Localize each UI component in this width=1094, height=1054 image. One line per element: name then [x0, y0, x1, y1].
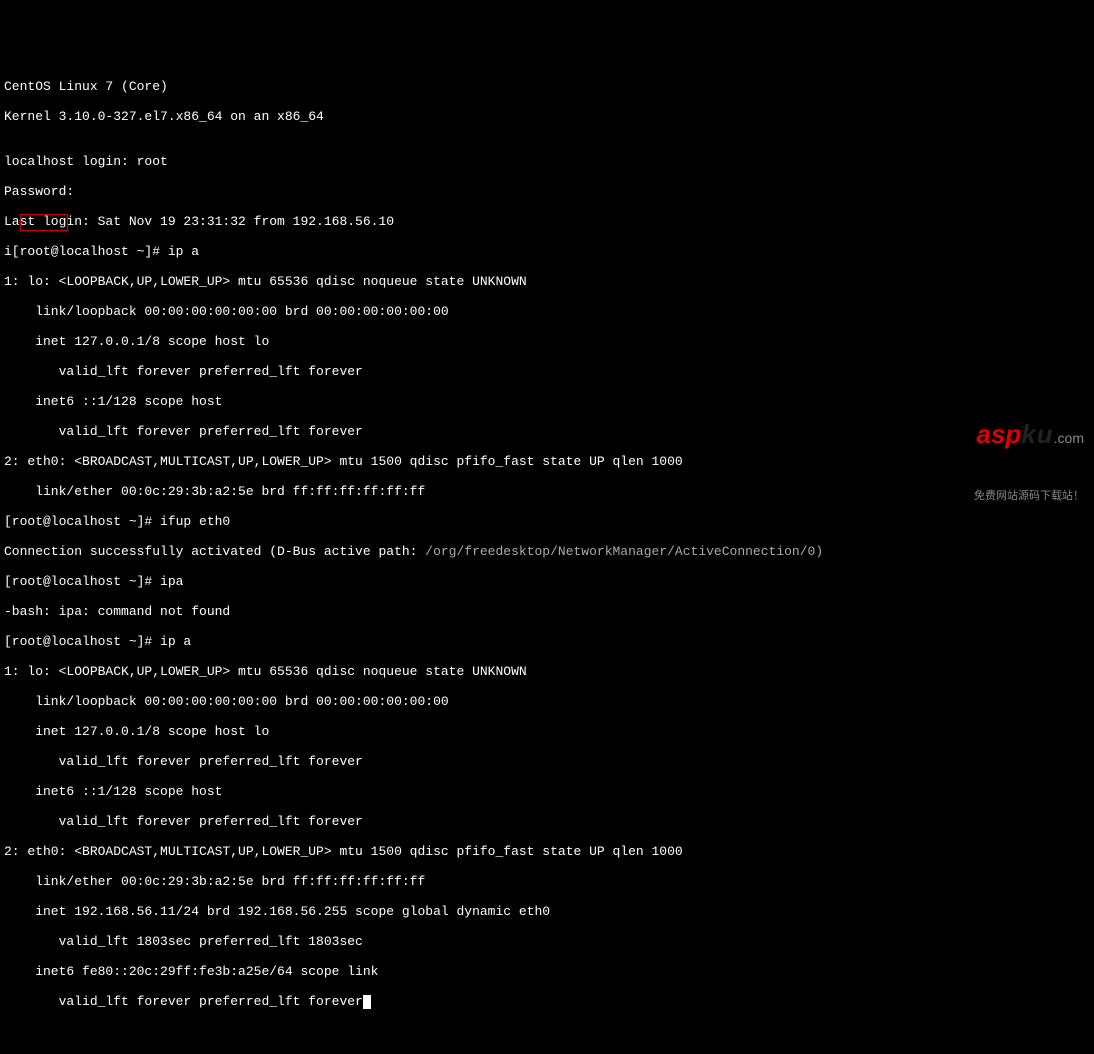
- eth0-link-2: link/ether 00:0c:29:3b:a2:5e brd ff:ff:f…: [4, 874, 1090, 889]
- cmd-ipa-error: [root@localhost ~]# ipa: [4, 574, 1090, 589]
- lo-inet6-2: inet6 ::1/128 scope host: [4, 784, 1090, 799]
- eth0-link-1: link/ether 00:0c:29:3b:a2:5e brd ff:ff:f…: [4, 484, 1090, 499]
- password-prompt: Password:: [4, 184, 1090, 199]
- watermark-brand: aspku.com: [948, 412, 1084, 461]
- lo-valid-1: valid_lft forever preferred_lft forever: [4, 364, 1090, 379]
- login-prompt: localhost login: root: [4, 154, 1090, 169]
- eth0-inet: inet 192.168.56.11/24 brd 192.168.56.255…: [4, 904, 1090, 919]
- last-login: Last login: Sat Nov 19 23:31:32 from 192…: [4, 214, 1090, 229]
- cursor-icon: [363, 995, 371, 1009]
- lo-inet-2: inet 127.0.0.1/8 scope host lo: [4, 724, 1090, 739]
- watermark-brand-black: ku: [1021, 419, 1053, 449]
- lo-inet-1: inet 127.0.0.1/8 scope host lo: [4, 334, 1090, 349]
- dbus-activation: Connection successfully activated (D-Bus…: [4, 544, 1090, 559]
- watermark: aspku.com 免费网站源码下载站！: [948, 382, 1084, 519]
- eth0-inet6: inet6 fe80::20c:29ff:fe3b:a25e/64 scope …: [4, 964, 1090, 979]
- lo-link-2: link/loopback 00:00:00:00:00:00 brd 00:0…: [4, 694, 1090, 709]
- cmd-ip-a-2: [root@localhost ~]# ip a: [4, 634, 1090, 649]
- lo-valid-2: valid_lft forever preferred_lft forever: [4, 754, 1090, 769]
- iface-eth0-2: 2: eth0: <BROADCAST,MULTICAST,UP,LOWER_U…: [4, 844, 1090, 859]
- eth0-valid6: valid_lft forever preferred_lft forever: [4, 994, 1090, 1009]
- lo-valid6-2: valid_lft forever preferred_lft forever: [4, 814, 1090, 829]
- dbus-activation-path: /org/freedesktop/NetworkManager/ActiveCo…: [417, 544, 823, 559]
- os-banner: CentOS Linux 7 (Core): [4, 79, 1090, 94]
- kernel-banner: Kernel 3.10.0-327.el7.x86_64 on an x86_6…: [4, 109, 1090, 124]
- lo-link-1: link/loopback 00:00:00:00:00:00 brd 00:0…: [4, 304, 1090, 319]
- watermark-tagline: 免费网站源码下载站！: [948, 489, 1084, 504]
- eth0-valid: valid_lft 1803sec preferred_lft 1803sec: [4, 934, 1090, 949]
- iface-lo-2: 1: lo: <LOOPBACK,UP,LOWER_UP> mtu 65536 …: [4, 664, 1090, 679]
- iface-lo-1: 1: lo: <LOOPBACK,UP,LOWER_UP> mtu 65536 …: [4, 274, 1090, 289]
- lo-valid6-1: valid_lft forever preferred_lft forever: [4, 424, 1090, 439]
- iface-eth0-1: 2: eth0: <BROADCAST,MULTICAST,UP,LOWER_U…: [4, 454, 1090, 469]
- watermark-brand-red: asp: [977, 419, 1022, 449]
- dbus-activation-prefix: Connection successfully activated (D-Bus…: [4, 544, 417, 559]
- cmd-ip-a-1: i[root@localhost ~]# ip a: [4, 244, 1090, 259]
- lo-inet6-1: inet6 ::1/128 scope host: [4, 394, 1090, 409]
- terminal-output[interactable]: CentOS Linux 7 (Core) Kernel 3.10.0-327.…: [4, 64, 1090, 1024]
- watermark-brand-com: .com: [1054, 430, 1084, 446]
- bash-error: -bash: ipa: command not found: [4, 604, 1090, 619]
- eth0-valid6-text: valid_lft forever preferred_lft forever: [4, 994, 363, 1009]
